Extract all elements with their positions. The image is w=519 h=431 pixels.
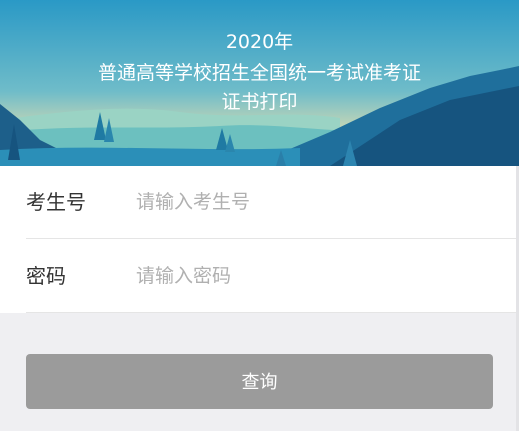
exam-id-label: 考生号 [26,190,86,214]
password-input[interactable] [136,256,506,296]
exam-id-input[interactable] [136,182,506,222]
password-label: 密码 [26,264,66,288]
exam-id-row: 考生号 [26,166,519,239]
title-subtitle: 证书打印 [221,91,298,113]
login-form: 考生号 密码 [0,166,519,313]
header-banner: 2020年 普通高等学校招生全国统一考试准考证 证书打印 [0,0,519,166]
password-row: 密码 [26,240,519,313]
query-button[interactable]: 查询 [26,354,493,409]
title-year: 2020年 [225,31,294,53]
title-exam-name: 普通高等学校招生全国统一考试准考证 [97,62,421,84]
